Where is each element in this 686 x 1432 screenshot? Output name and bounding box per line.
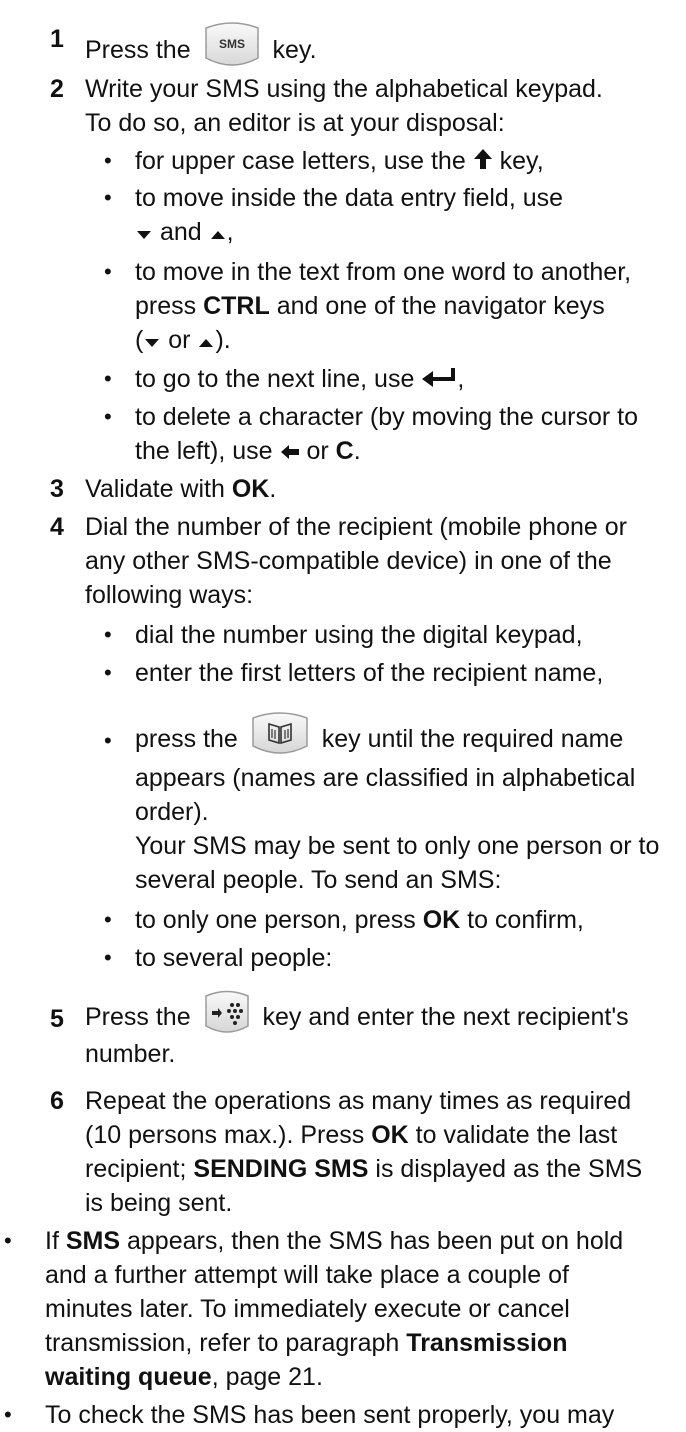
step-6-line-4: is being sent. bbox=[85, 1189, 233, 1217]
bullet: • bbox=[104, 945, 112, 970]
delete-line-1: to delete a character (by moving the cur… bbox=[135, 403, 639, 431]
down-arrow-icon bbox=[143, 324, 161, 358]
step-6-line-2: (10 persons max.). Press OK to validate … bbox=[85, 1121, 618, 1149]
directory-key-line-3: order). bbox=[135, 798, 209, 826]
enter-key-icon bbox=[421, 363, 457, 397]
down-arrow-icon bbox=[135, 216, 153, 250]
bullet: • bbox=[4, 1402, 12, 1427]
ok-key-label: OK bbox=[231, 475, 270, 503]
one-person-item: to only one person, press OK to confirm, bbox=[135, 906, 584, 934]
move-word-line-1: to move in the text from one word to ano… bbox=[135, 258, 632, 286]
directory-key-line-2: appears (names are classified in alphabe… bbox=[135, 764, 636, 792]
comma: , bbox=[226, 218, 234, 246]
step-6-line-1: Repeat the operations as many times as r… bbox=[85, 1087, 632, 1115]
ok-key-label: OK bbox=[422, 906, 461, 934]
upper-case-suffix: key, bbox=[499, 147, 544, 175]
step-1-number: 1 bbox=[50, 25, 64, 53]
bullet: • bbox=[104, 366, 112, 391]
shift-up-arrow-icon bbox=[473, 145, 493, 179]
step-5-number: 5 bbox=[50, 1005, 64, 1033]
upper-case-item: for upper case letters, use the key, bbox=[135, 144, 544, 179]
note-1-line-1: If SMS appears, then the SMS has been pu… bbox=[45, 1227, 624, 1255]
bullet: • bbox=[104, 660, 112, 685]
several-people-item: to several people: bbox=[135, 944, 333, 972]
ctrl-key-label: CTRL bbox=[203, 292, 270, 320]
note-1-line-5: waiting queue, page 21. bbox=[45, 1363, 323, 1391]
first-letters-item: enter the first letters of the recipient… bbox=[135, 659, 604, 687]
upper-case-text: for upper case letters, use the bbox=[135, 147, 466, 175]
sms-key-label: SMS bbox=[219, 37, 245, 51]
step-6-line-3: recipient; SENDING SMS is displayed as t… bbox=[85, 1155, 643, 1183]
delete-line-2: the left), use or C. bbox=[135, 434, 361, 469]
transmission-queue-link-part-2[interactable]: waiting queue bbox=[45, 1363, 212, 1391]
and-text: and bbox=[159, 218, 202, 246]
step-1-suffix: key. bbox=[272, 36, 317, 65]
move-field-line-1: to move inside the data entry field, use bbox=[135, 184, 564, 212]
bullet: • bbox=[104, 404, 112, 429]
sending-sms-label: SENDING SMS bbox=[193, 1155, 369, 1183]
add-recipient-key-icon bbox=[202, 990, 252, 1047]
step-1-prefix: Press the bbox=[85, 36, 191, 65]
note-1-line-3: minutes later. To immediately execute or… bbox=[45, 1295, 570, 1323]
directory-key-line-4: Your SMS may be sent to only one person … bbox=[135, 832, 660, 860]
dial-digital-item: dial the number using the digital keypad… bbox=[135, 621, 583, 649]
move-field-line-2: and , bbox=[135, 215, 234, 250]
bullet: • bbox=[104, 622, 112, 647]
step-2-number: 2 bbox=[50, 75, 64, 103]
step-4-line-1: Dial the number of the recipient (mobile… bbox=[85, 513, 627, 541]
bullet: • bbox=[104, 185, 112, 210]
note-1-line-4: transmission, refer to paragraph Transmi… bbox=[45, 1329, 568, 1357]
bullet: • bbox=[104, 148, 112, 173]
directory-key-line-5: several people. To send an SMS: bbox=[135, 866, 502, 894]
next-line-item: to go to the next line, use , bbox=[135, 362, 464, 397]
step-2-line-1: Write your SMS using the alphabetical ke… bbox=[85, 75, 603, 103]
ok-key-label: OK bbox=[371, 1121, 409, 1149]
c-key-label: C bbox=[335, 437, 354, 465]
up-arrow-icon bbox=[197, 324, 215, 358]
transmission-queue-link-part-1[interactable]: Transmission bbox=[406, 1329, 567, 1357]
bullet: • bbox=[104, 259, 112, 284]
bullet: • bbox=[4, 1228, 12, 1253]
note-1-line-2: and a further attempt will take place a … bbox=[45, 1261, 569, 1289]
step-4-line-2: any other SMS-compatible device) in one … bbox=[85, 547, 612, 575]
move-word-line-2: press CTRL and one of the navigator keys bbox=[135, 292, 605, 320]
up-arrow-icon bbox=[209, 216, 227, 250]
step-4-number: 4 bbox=[50, 513, 64, 541]
step-2-line-2: To do so, an editor is at your disposal: bbox=[85, 109, 505, 137]
bullet: • bbox=[104, 728, 112, 753]
step-5-line-2: number. bbox=[85, 1040, 176, 1068]
sms-status-label: SMS bbox=[65, 1227, 121, 1255]
step-6-number: 6 bbox=[50, 1087, 64, 1115]
step-3-number: 3 bbox=[50, 475, 64, 503]
note-2-line-1: To check the SMS has been sent properly,… bbox=[45, 1401, 615, 1429]
bullet: • bbox=[104, 907, 112, 932]
step-3-text: Validate with OK. bbox=[85, 475, 277, 503]
step-4-line-3: following ways: bbox=[85, 581, 254, 609]
left-arrow-icon bbox=[280, 435, 300, 469]
move-word-line-3: ( or ). bbox=[135, 323, 231, 358]
